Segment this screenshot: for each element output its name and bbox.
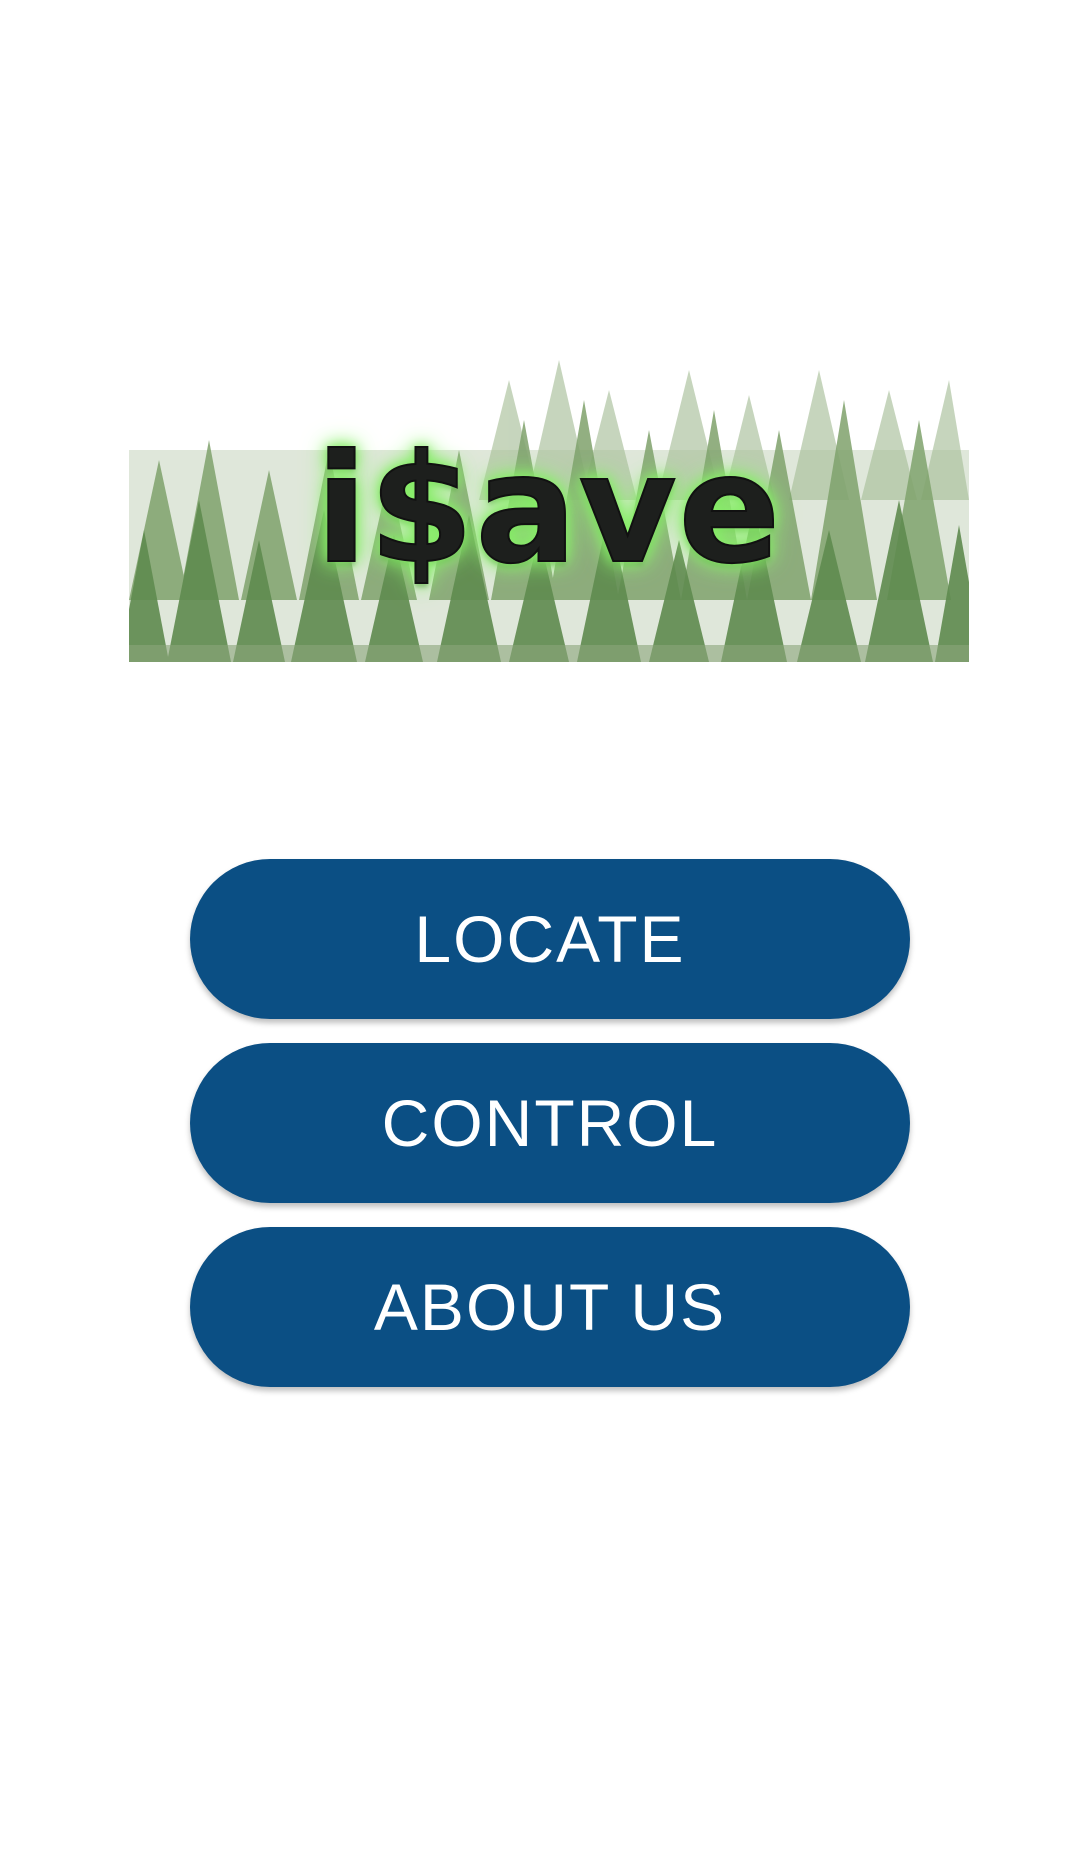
control-button[interactable]: CONTROL — [190, 1043, 910, 1203]
main-menu: LOCATE CONTROL ABOUT US — [190, 859, 910, 1387]
locate-button[interactable]: LOCATE — [190, 859, 910, 1019]
about-us-button[interactable]: ABOUT US — [190, 1227, 910, 1387]
app-logo: i$ave — [129, 300, 969, 662]
logo-wordmark: i$ave — [315, 423, 783, 597]
